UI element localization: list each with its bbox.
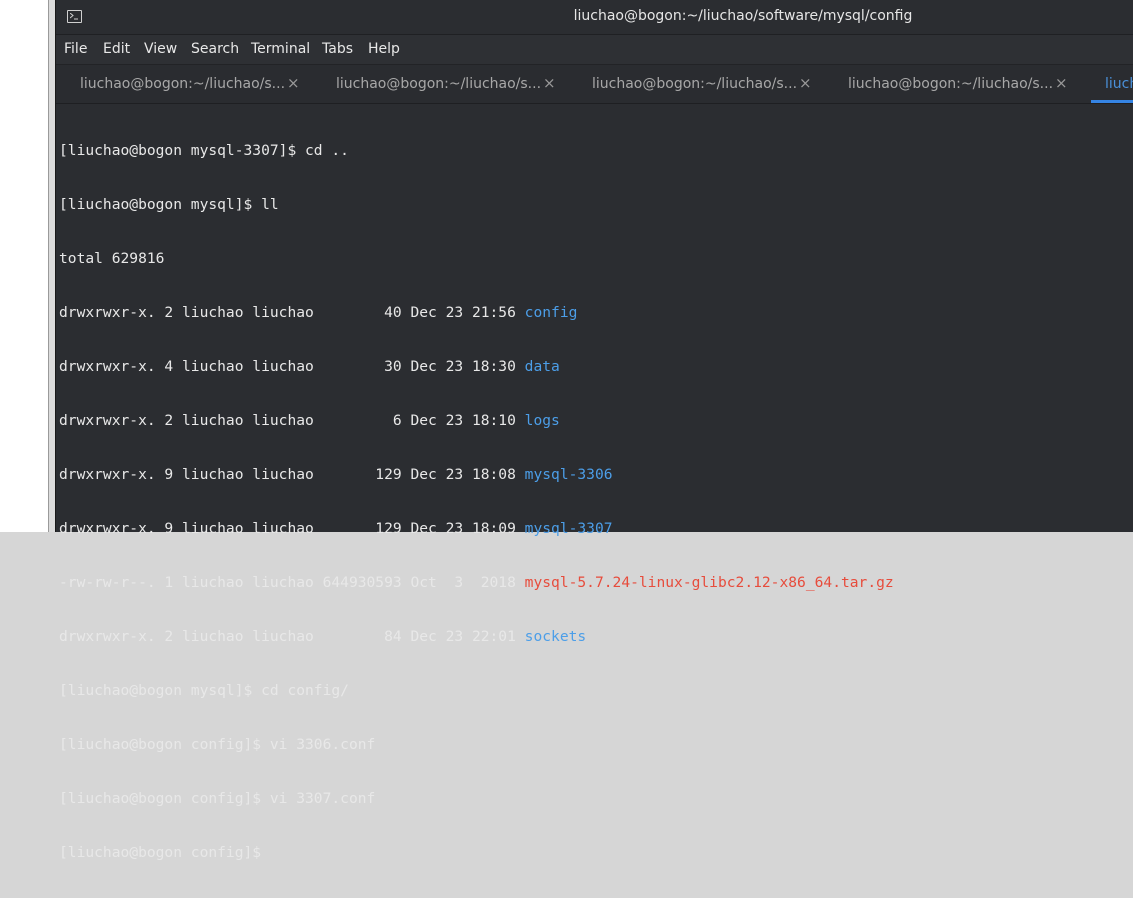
- terminal-window: liuchao@bogon:~/liuchao/software/mysql/c…: [55, 0, 1133, 861]
- menu-tabs[interactable]: Tabs: [322, 41, 353, 57]
- tab-3[interactable]: liuchao@bogon:~/liuchao/s... ×: [568, 65, 824, 103]
- tab-1[interactable]: liuchao@bogon:~/liuchao/s... ×: [56, 65, 312, 103]
- tab-5-active[interactable]: liuch: [1091, 65, 1133, 103]
- tab-2-close-icon[interactable]: ×: [543, 75, 556, 91]
- archive-file-name: mysql-5.7.24-linux-glibc2.12-x86_64.tar.…: [524, 574, 894, 591]
- dir-name-logs: logs: [524, 412, 560, 429]
- title-bar[interactable]: liuchao@bogon:~/liuchao/software/mysql/c…: [56, 0, 1133, 35]
- terminal-line: [liuchao@bogon mysql-3307]$ cd ..: [59, 142, 349, 159]
- dir-name-data: data: [524, 358, 560, 375]
- dir-name-sockets: sockets: [524, 628, 587, 645]
- dir-name-mysql-3306: mysql-3306: [524, 466, 613, 483]
- tab-1-close-icon[interactable]: ×: [287, 75, 300, 91]
- terminal-line: drwxrwxr-x. 2 liuchao liuchao 40 Dec 23 …: [59, 304, 578, 321]
- tab-2[interactable]: liuchao@bogon:~/liuchao/s... ×: [312, 65, 568, 103]
- terminal-line: drwxrwxr-x. 4 liuchao liuchao 30 Dec 23 …: [59, 358, 560, 375]
- menu-help[interactable]: Help: [368, 41, 400, 57]
- tab-bar: liuchao@bogon:~/liuchao/s... × liuchao@b…: [56, 65, 1133, 104]
- tab-4-close-icon[interactable]: ×: [1055, 75, 1068, 91]
- menu-view[interactable]: View: [144, 41, 177, 57]
- dir-name-config: config: [524, 304, 578, 321]
- tab-4[interactable]: liuchao@bogon:~/liuchao/s... ×: [824, 65, 1080, 103]
- window-title: liuchao@bogon:~/liuchao/software/mysql/c…: [573, 8, 913, 24]
- terminal-line: total 629816: [59, 250, 165, 267]
- terminal-line: [liuchao@bogon config]$ vi 3307.conf: [59, 790, 376, 807]
- tab-1-label: liuchao@bogon:~/liuchao/s...: [80, 76, 286, 92]
- terminal-output[interactable]: [liuchao@bogon mysql-3307]$ cd .. [liuch…: [59, 106, 1131, 861]
- tab-4-label: liuchao@bogon:~/liuchao/s...: [848, 76, 1054, 92]
- active-tab-indicator: [1091, 100, 1133, 103]
- terminal-line: drwxrwxr-x. 2 liuchao liuchao 6 Dec 23 1…: [59, 412, 560, 429]
- background-window-edge: [0, 0, 49, 532]
- terminal-line: drwxrwxr-x. 9 liuchao liuchao 129 Dec 23…: [59, 520, 613, 537]
- terminal-prompt[interactable]: [liuchao@bogon config]$: [59, 844, 1131, 862]
- menu-file[interactable]: File: [64, 41, 87, 57]
- tab-2-label: liuchao@bogon:~/liuchao/s...: [336, 76, 542, 92]
- terminal-line: [liuchao@bogon mysql]$ ll: [59, 196, 279, 213]
- menu-bar: File Edit View Search Terminal Tabs Help: [56, 35, 1133, 65]
- tab-5-label: liuch: [1105, 76, 1133, 92]
- terminal-line: drwxrwxr-x. 9 liuchao liuchao 129 Dec 23…: [59, 466, 613, 483]
- terminal-line: [liuchao@bogon mysql]$ cd config/: [59, 682, 349, 699]
- tab-3-label: liuchao@bogon:~/liuchao/s...: [592, 76, 798, 92]
- tab-3-close-icon[interactable]: ×: [799, 75, 812, 91]
- menu-search[interactable]: Search: [191, 41, 239, 57]
- menu-terminal[interactable]: Terminal: [251, 41, 310, 57]
- dir-name-mysql-3307: mysql-3307: [524, 520, 613, 537]
- menu-edit[interactable]: Edit: [103, 41, 130, 57]
- terminal-line: -rw-rw-r--. 1 liuchao liuchao 644930593 …: [59, 574, 894, 591]
- terminal-line: [liuchao@bogon config]$ vi 3306.conf: [59, 736, 376, 753]
- terminal-line: drwxrwxr-x. 2 liuchao liuchao 84 Dec 23 …: [59, 628, 587, 645]
